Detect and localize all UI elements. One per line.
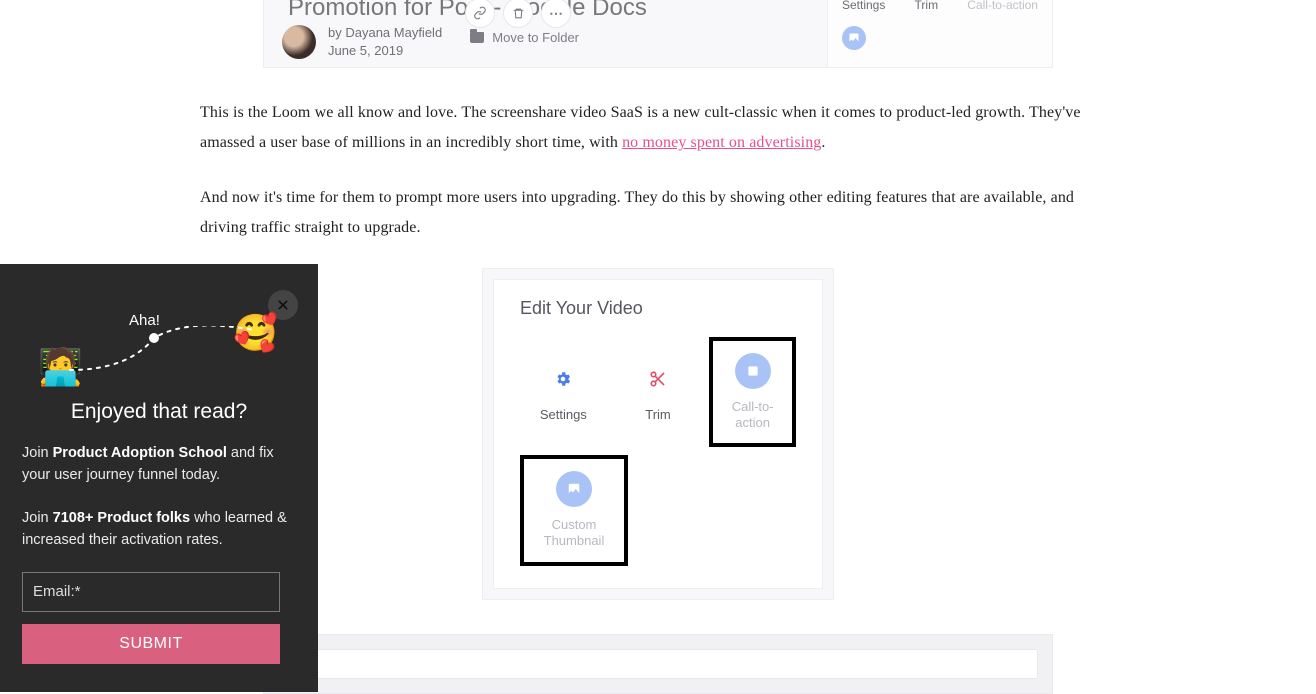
dotted-curve [68, 326, 258, 376]
next-figure-inner [278, 649, 1038, 679]
more-icon[interactable]: ⋯ [541, 0, 571, 28]
author-block: by Dayana Mayfield June 5, 2019 [282, 24, 442, 59]
figure-title: Edit Your Video [520, 298, 796, 319]
loom-sidebar: Settings Trim Call-to-action [827, 0, 1052, 67]
tile-trim-label: Trim [645, 407, 671, 423]
tile-trim[interactable]: Trim [615, 337, 702, 448]
tile-settings[interactable]: Settings [520, 337, 607, 448]
move-to-folder[interactable]: Move to Folder [470, 30, 579, 45]
loom-preview-main: Promotion for Post - Google Docs ⋯ by Da… [264, 0, 827, 67]
folder-icon [470, 32, 484, 43]
move-folder-label: Move to Folder [492, 30, 579, 45]
loom-preview-card: Promotion for Post - Google Docs ⋯ by Da… [263, 0, 1053, 68]
link-icon[interactable] [465, 0, 495, 28]
sidebar-cta: Call-to-action [967, 0, 1038, 12]
popup-copy-1: Join Product Adoption School and fix you… [22, 442, 296, 487]
article-paragraph-1: This is the Loom we all know and love. T… [200, 98, 1116, 159]
popup-title: Enjoyed that read? [22, 400, 296, 424]
cta-icon [735, 353, 771, 389]
gear-icon [545, 361, 581, 397]
author-name: by Dayana Mayfield [328, 24, 442, 42]
next-figure-top [263, 634, 1053, 694]
article-paragraph-2: And now it's time for them to prompt mor… [200, 183, 1116, 244]
edit-video-figure: Edit Your Video Settings Trim [482, 268, 834, 600]
tile-thumbnail-label: Custom Thumbnail [528, 517, 620, 550]
tile-thumbnail[interactable]: Custom Thumbnail [520, 455, 628, 566]
tile-settings-label: Settings [540, 407, 587, 423]
publish-date: June 5, 2019 [328, 42, 442, 60]
sidebar-settings[interactable]: Settings [842, 0, 885, 12]
sidebar-trim[interactable]: Trim [915, 0, 939, 12]
newsletter-popup: Aha! 🧑‍💻 🥰 Enjoyed that read? Join Produ… [0, 264, 318, 692]
advertising-link[interactable]: no money spent on advertising [622, 134, 821, 151]
image-icon [556, 471, 592, 507]
trash-icon[interactable] [503, 0, 533, 28]
tile-cta-label: Call-to-action [717, 399, 788, 432]
tile-cta[interactable]: Call-to-action [709, 337, 796, 448]
popup-copy-2: Join 7108+ Product folks who learned & i… [22, 507, 296, 552]
scissors-icon [640, 361, 676, 397]
p1-text-b: . [821, 134, 825, 151]
loom-action-icons: ⋯ [465, 0, 571, 28]
journey-graphic: Aha! 🧑‍💻 🥰 [22, 298, 296, 388]
thumbnail-circle-icon[interactable] [842, 26, 866, 50]
email-field[interactable] [22, 572, 280, 612]
avatar [282, 25, 316, 59]
submit-button[interactable]: SUBMIT [22, 624, 280, 664]
